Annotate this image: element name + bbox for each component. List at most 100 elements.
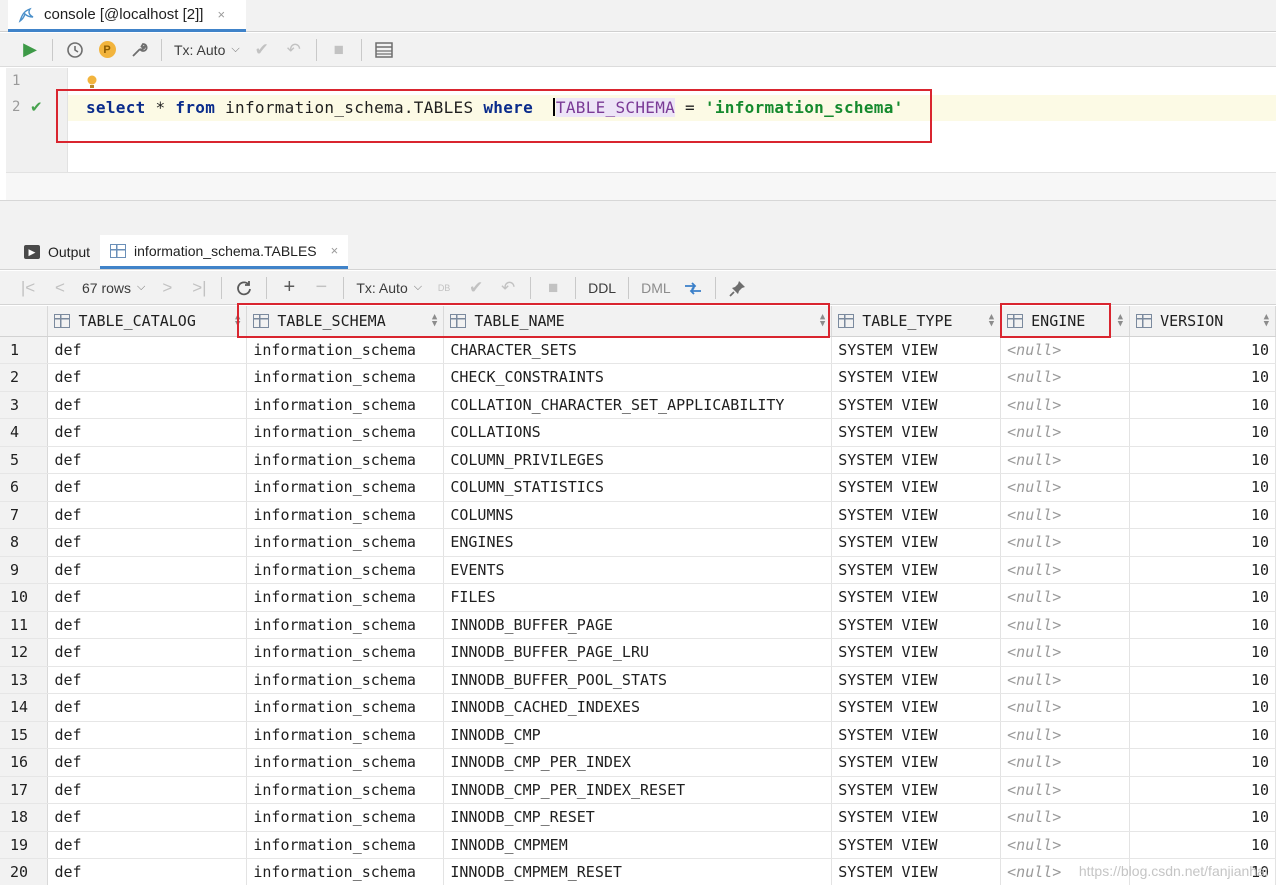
table-row[interactable]: 10 def information_schema FILES SYSTEM VIEW <… — [0, 583, 1276, 612]
cell-version[interactable]: 10 — [1129, 556, 1276, 584]
cell-version[interactable]: 10 — [1129, 336, 1276, 364]
cell-version[interactable]: 10 — [1129, 583, 1276, 612]
lightbulb-icon[interactable] — [86, 75, 98, 89]
cell-table-schema[interactable]: information_schema — [246, 583, 445, 612]
cell-engine[interactable]: <null> — [1000, 693, 1131, 722]
column-header-version[interactable]: VERSION ▲ ▼ — [1129, 306, 1276, 337]
delete-row-button[interactable]: − — [305, 274, 337, 302]
cell-engine[interactable]: <null> — [1000, 583, 1131, 612]
stop-button[interactable]: ■ — [323, 36, 355, 64]
cell-table-type[interactable]: SYSTEM VIEW — [831, 693, 1002, 722]
cell-version[interactable]: 10 — [1129, 831, 1276, 859]
add-row-button[interactable]: + — [273, 274, 305, 302]
sort-icon[interactable]: ▲ ▼ — [1264, 313, 1269, 329]
stop-button[interactable]: ■ — [537, 274, 569, 302]
cell-table-type[interactable]: SYSTEM VIEW — [831, 391, 1002, 419]
history-button[interactable] — [59, 36, 91, 64]
cell-table-type[interactable]: SYSTEM VIEW — [831, 528, 1002, 557]
cell-table-type[interactable]: SYSTEM VIEW — [831, 776, 1002, 804]
cell-engine[interactable]: <null> — [1000, 611, 1131, 639]
cell-table-name[interactable]: INNODB_CACHED_INDEXES — [443, 693, 833, 722]
table-row[interactable]: 2 def information_schema CHECK_CONSTRAINTS S… — [0, 363, 1276, 392]
cell-table-schema[interactable]: information_schema — [246, 473, 445, 502]
cell-table-catalog[interactable]: def — [47, 748, 248, 777]
table-row[interactable]: 3 def information_schema COLLATION_CHARACTE… — [0, 391, 1276, 419]
tx-mode-dropdown-results[interactable]: Tx: Auto ⌵ — [350, 280, 428, 296]
cell-version[interactable]: 10 — [1129, 611, 1276, 639]
rollback-button[interactable]: ↶ — [492, 274, 524, 302]
cell-table-schema[interactable]: information_schema — [246, 611, 445, 639]
cell-table-name[interactable]: INNODB_CMP — [443, 721, 833, 749]
cell-table-catalog[interactable]: def — [47, 363, 248, 392]
cell-version[interactable]: 10 — [1129, 391, 1276, 419]
cell-table-catalog[interactable]: def — [47, 666, 248, 694]
cell-table-name[interactable]: CHECK_CONSTRAINTS — [443, 363, 833, 392]
cell-table-name[interactable]: ENGINES — [443, 528, 833, 557]
cell-table-name[interactable]: INNODB_CMPMEM — [443, 831, 833, 859]
cell-table-schema[interactable]: information_schema — [246, 831, 445, 859]
cell-table-schema[interactable]: information_schema — [246, 803, 445, 832]
cell-table-catalog[interactable]: def — [47, 583, 248, 612]
table-row[interactable]: 7 def information_schema COLUMNS SYSTEM VIEW… — [0, 501, 1276, 529]
results-grid[interactable]: TABLE_CATALOG ▲ ▼ TABLE_SCHEMA ▲ ▼ TABLE_NAM… — [0, 306, 1276, 885]
cell-table-type[interactable]: SYSTEM VIEW — [831, 721, 1002, 749]
cell-table-name[interactable]: INNODB_BUFFER_POOL_STATS — [443, 666, 833, 694]
row-count-dropdown[interactable]: 67 rows ⌵ — [76, 280, 151, 296]
cell-table-type[interactable]: SYSTEM VIEW — [831, 556, 1002, 584]
cell-table-name[interactable]: EVENTS — [443, 556, 833, 584]
cell-engine[interactable]: <null> — [1000, 363, 1131, 392]
column-header-table-catalog[interactable]: TABLE_CATALOG ▲ ▼ — [47, 306, 248, 337]
cell-engine[interactable]: <null> — [1000, 748, 1131, 777]
table-row[interactable]: 4 def information_schema COLLATIONS SYSTEM V… — [0, 418, 1276, 447]
cell-table-type[interactable]: SYSTEM VIEW — [831, 803, 1002, 832]
cell-engine[interactable]: <null> — [1000, 418, 1131, 447]
next-page-button[interactable]: > — [151, 274, 183, 302]
cell-table-schema[interactable]: information_schema — [246, 721, 445, 749]
table-row[interactable]: 15 def information_schema INNODB_CMP SYSTEM … — [0, 721, 1276, 749]
settings-button[interactable] — [123, 36, 155, 64]
cell-table-name[interactable]: INNODB_BUFFER_PAGE — [443, 611, 833, 639]
sort-icon[interactable]: ▲ ▼ — [1118, 313, 1123, 329]
cell-table-schema[interactable]: information_schema — [246, 693, 445, 722]
cell-table-schema[interactable]: information_schema — [246, 666, 445, 694]
column-header-table-name[interactable]: TABLE_NAME ▲ ▼ — [443, 306, 833, 337]
cell-table-name[interactable]: INNODB_BUFFER_PAGE_LRU — [443, 638, 833, 667]
cell-table-type[interactable]: SYSTEM VIEW — [831, 473, 1002, 502]
table-row[interactable]: 11 def information_schema INNODB_BUFFER_PAG… — [0, 611, 1276, 639]
cell-engine[interactable]: <null> — [1000, 721, 1131, 749]
cell-version[interactable]: 10 — [1129, 446, 1276, 474]
cell-engine[interactable]: <null> — [1000, 556, 1131, 584]
column-header-table-type[interactable]: TABLE_TYPE ▲ ▼ — [831, 306, 1002, 337]
results-layout-button[interactable] — [368, 36, 400, 64]
cell-engine[interactable]: <null> — [1000, 528, 1131, 557]
cell-table-catalog[interactable]: def — [47, 638, 248, 667]
tab-output[interactable]: ▶ Output — [14, 235, 100, 269]
prev-page-button[interactable]: < — [44, 274, 76, 302]
cell-table-type[interactable]: SYSTEM VIEW — [831, 446, 1002, 474]
close-icon[interactable]: × — [217, 7, 225, 22]
cell-table-type[interactable]: SYSTEM VIEW — [831, 831, 1002, 859]
cell-table-type[interactable]: SYSTEM VIEW — [831, 583, 1002, 612]
cell-version[interactable]: 10 — [1129, 803, 1276, 832]
cell-table-schema[interactable]: information_schema — [246, 528, 445, 557]
ddl-button[interactable]: DDL — [582, 280, 622, 296]
cell-table-type[interactable]: SYSTEM VIEW — [831, 611, 1002, 639]
cell-table-catalog[interactable]: def — [47, 721, 248, 749]
cell-table-schema[interactable]: information_schema — [246, 556, 445, 584]
cell-table-schema[interactable]: information_schema — [246, 748, 445, 777]
table-row[interactable]: 17 def information_schema INNODB_CMP_PER_IN… — [0, 776, 1276, 804]
cell-table-name[interactable]: INNODB_CMP_PER_INDEX — [443, 748, 833, 777]
cell-table-name[interactable]: CHARACTER_SETS — [443, 336, 833, 364]
first-page-button[interactable]: |< — [12, 274, 44, 302]
cell-version[interactable]: 10 — [1129, 363, 1276, 392]
cell-table-catalog[interactable]: def — [47, 611, 248, 639]
cell-table-name[interactable]: INNODB_CMP_PER_INDEX_RESET — [443, 776, 833, 804]
table-row[interactable]: 8 def information_schema ENGINES SYSTEM VIEW… — [0, 528, 1276, 557]
column-header-table-schema[interactable]: TABLE_SCHEMA ▲ ▼ — [246, 306, 445, 337]
cell-table-type[interactable]: SYSTEM VIEW — [831, 858, 1002, 885]
sort-icon[interactable]: ▲ ▼ — [235, 313, 240, 329]
cell-engine[interactable]: <null> — [1000, 803, 1131, 832]
cell-engine[interactable]: <null> — [1000, 446, 1131, 474]
cell-table-schema[interactable]: information_schema — [246, 501, 445, 529]
cell-table-schema[interactable]: information_schema — [246, 858, 445, 885]
